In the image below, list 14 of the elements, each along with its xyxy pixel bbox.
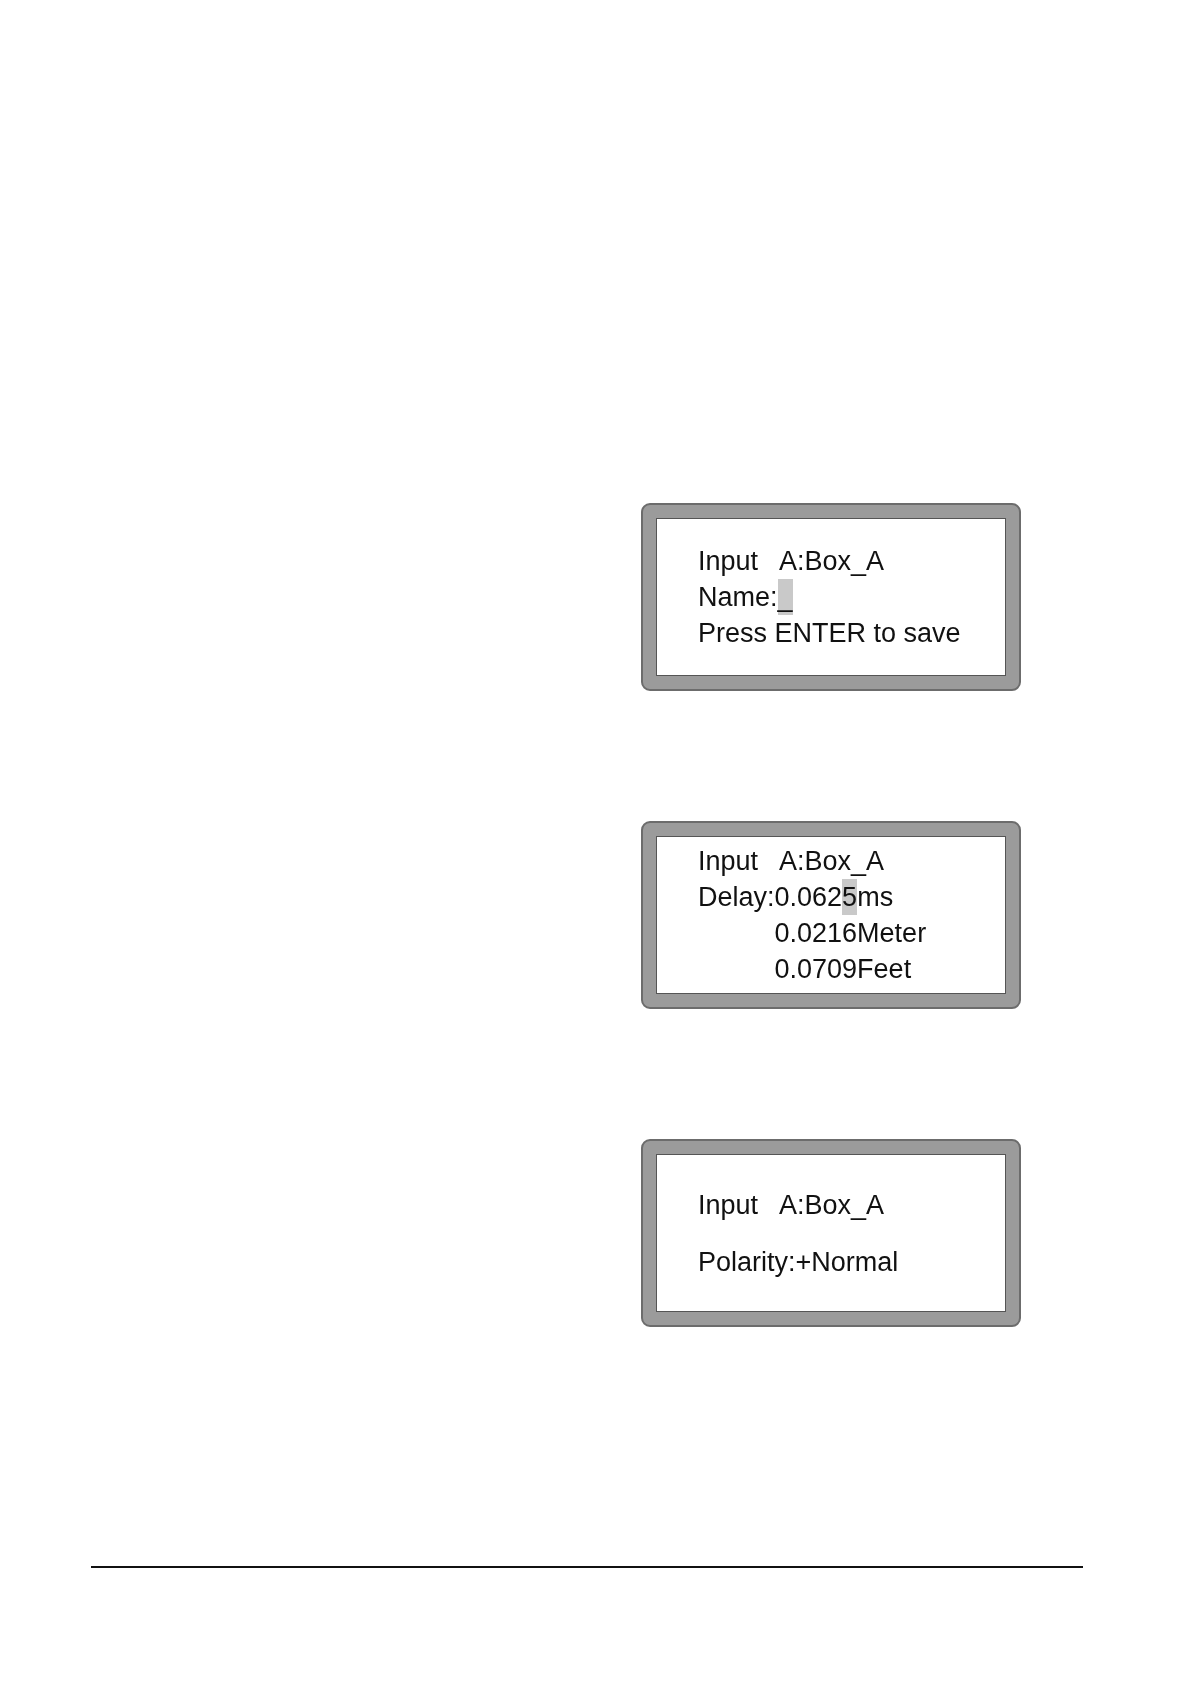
field-value: 0.0709Feet <box>774 953 912 986</box>
cursor-highlight: 5 <box>842 879 858 915</box>
field-value: ms <box>857 881 894 914</box>
cursor-highlight: _ <box>777 579 793 615</box>
field-label: Delay: <box>698 881 775 914</box>
field-label: Polarity: <box>698 1245 796 1279</box>
channel-text: Input A:Box_A <box>698 545 885 578</box>
field-label: Name: <box>698 581 778 614</box>
hint-text: Press ENTER to save <box>698 617 961 650</box>
field-value: 0.0216Meter <box>774 917 927 950</box>
channel-text: Input A:Box_A <box>698 845 885 878</box>
channel-text: Input A:Box_A <box>698 1188 885 1222</box>
field-value: 0.062 <box>774 881 843 914</box>
field-value: +Normal <box>795 1245 899 1279</box>
